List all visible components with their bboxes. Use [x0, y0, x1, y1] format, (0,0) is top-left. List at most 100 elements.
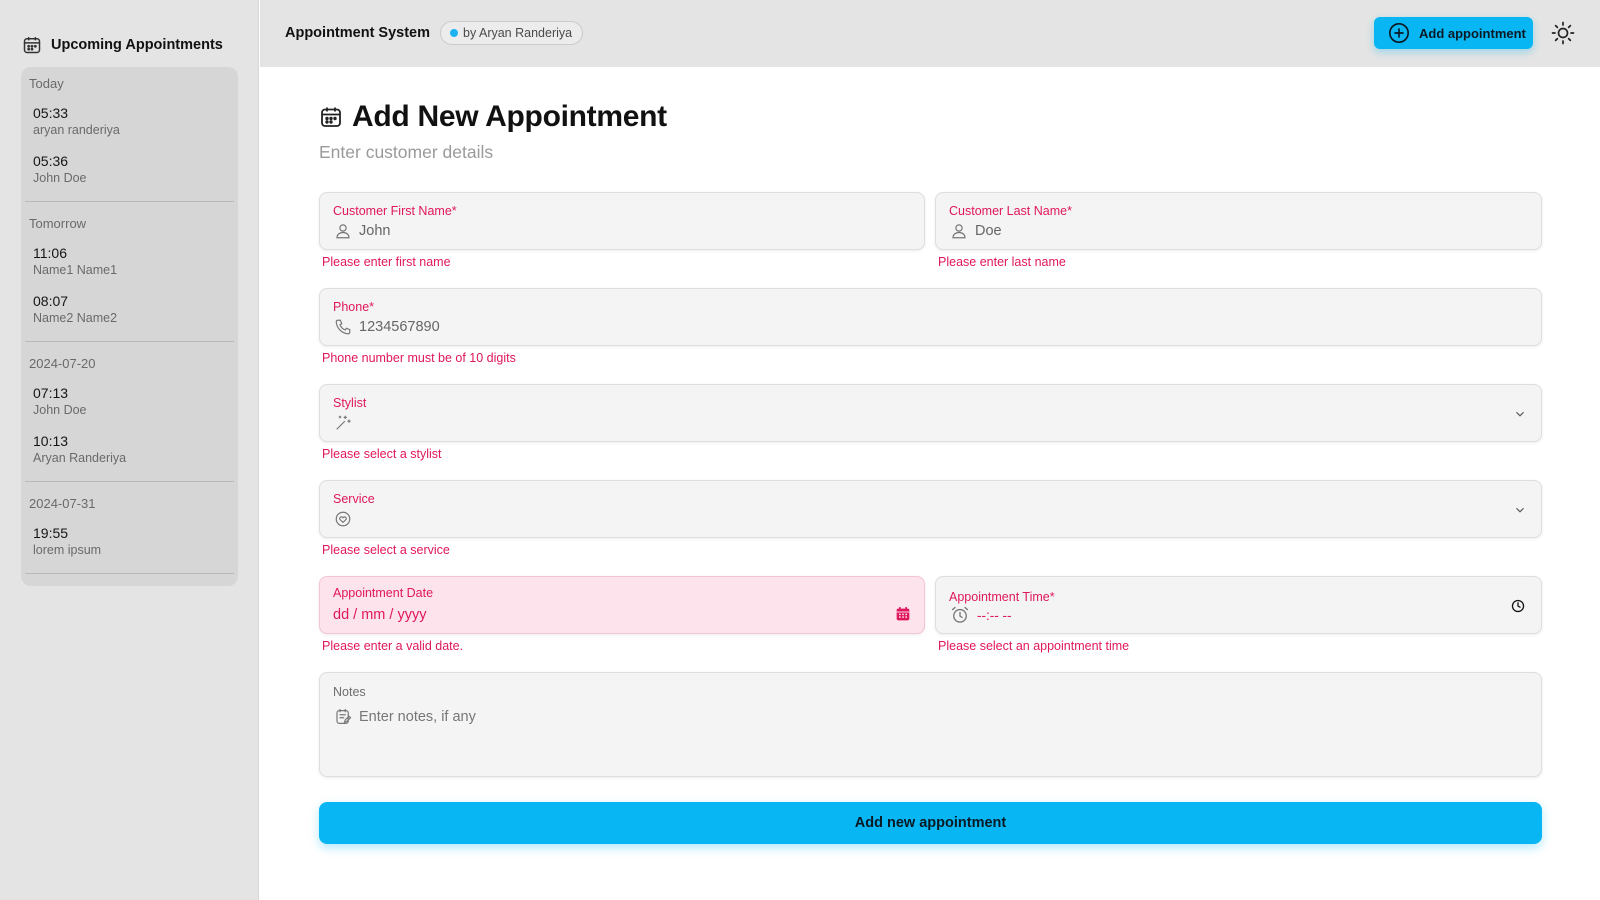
user-icon	[950, 222, 968, 240]
appointment-date-error: Please enter a valid date.	[322, 639, 464, 653]
appointment-item[interactable]: 05:36 John Doe	[21, 153, 238, 187]
top-bar: Appointment System by Aryan Randeriya Ad…	[260, 0, 1600, 67]
appointment-group-date: 2024-07-31 19:55 lorem ipsum	[21, 496, 238, 559]
appointment-date-label: Appointment Date	[333, 586, 434, 600]
phone-placeholder: 1234567890	[359, 319, 440, 335]
notes-field[interactable]: Notes Enter notes, if any	[319, 672, 1542, 777]
appointment-time: 05:33	[33, 105, 69, 121]
author-label: by Aryan Randeriya	[463, 26, 573, 40]
first-name-label: Customer First Name*	[333, 204, 457, 218]
last-name-placeholder: Doe	[975, 223, 1002, 239]
appointment-customer: aryan randeriya	[33, 123, 120, 137]
group-divider	[25, 481, 234, 482]
appointment-group-date: 2024-07-20 07:13 John Doe 10:13 Aryan Ra…	[21, 356, 238, 467]
appointment-group-today: Today 05:33 aryan randeriya 05:36 John D…	[21, 76, 238, 187]
appointment-date-field[interactable]: Appointment Date dd / mm / yyyy	[319, 576, 925, 634]
appointment-item[interactable]: 10:13 Aryan Randeriya	[21, 433, 238, 467]
service-select[interactable]: Service	[319, 480, 1542, 538]
first-name-field[interactable]: Customer First Name* John	[319, 192, 925, 250]
app-title: Appointment System	[285, 25, 431, 41]
appointment-item[interactable]: 07:13 John Doe	[21, 385, 238, 419]
add-appointment-button[interactable]: Add appointment	[1374, 17, 1533, 49]
notes-textarea[interactable]: Enter notes, if any	[334, 708, 476, 726]
first-name-error: Please enter first name	[322, 255, 451, 269]
appointment-time-error: Please select an appointment time	[938, 639, 1130, 653]
group-divider	[25, 201, 234, 202]
appointment-group-tomorrow: Tomorrow 11:06 Name1 Name1 08:07 Name2 N…	[21, 216, 238, 327]
service-value	[334, 510, 359, 528]
sidebar: Upcoming Appointments Today 05:33 aryan …	[0, 0, 259, 900]
appointment-date-placeholder: dd / mm / yyyy	[333, 607, 427, 623]
first-name-placeholder: John	[359, 223, 391, 239]
appointment-customer: John Doe	[33, 403, 87, 417]
stylist-value	[334, 414, 359, 432]
user-icon	[334, 222, 352, 240]
group-divider	[25, 341, 234, 342]
group-divider	[25, 573, 234, 574]
submit-label: Add new appointment	[854, 815, 1007, 831]
group-label: Today	[29, 76, 64, 91]
note-icon	[334, 708, 352, 726]
appointment-item[interactable]: 19:55 lorem ipsum	[21, 525, 238, 559]
last-name-label: Customer Last Name*	[949, 204, 1072, 218]
appointment-time: 05:36	[33, 153, 69, 169]
stylist-error: Please select a stylist	[322, 447, 442, 461]
phone-error: Phone number must be of 10 digits	[322, 351, 516, 365]
appointment-date-input[interactable]: dd / mm / yyyy	[333, 607, 426, 623]
clock-icon[interactable]	[1511, 599, 1525, 613]
appointment-time-label: Appointment Time*	[949, 590, 1055, 604]
appointment-customer: John Doe	[33, 171, 87, 185]
chevron-down-icon	[1513, 407, 1527, 421]
appointment-time: 11:06	[33, 245, 67, 261]
theme-toggle-button[interactable]	[1550, 20, 1576, 46]
group-label: 2024-07-20	[29, 356, 96, 371]
heart-hand-icon	[334, 510, 352, 528]
plus-circle-icon	[1388, 22, 1410, 44]
notes-placeholder: Enter notes, if any	[359, 709, 476, 725]
appointment-item[interactable]: 08:07 Name2 Name2	[21, 293, 238, 327]
page-heading: Add New Appointment	[352, 100, 667, 133]
phone-input[interactable]: 1234567890	[334, 318, 440, 336]
phone-icon	[334, 318, 352, 336]
last-name-input[interactable]: Doe	[950, 222, 1002, 240]
appointment-time: 10:13	[33, 433, 69, 449]
appointment-item[interactable]: 05:33 aryan randeriya	[21, 105, 238, 139]
calendar-icon	[22, 35, 42, 55]
stylist-label: Stylist	[333, 396, 367, 410]
sidebar-header: Upcoming Appointments	[0, 0, 258, 66]
chevron-down-icon	[1513, 503, 1527, 517]
service-label: Service	[333, 492, 375, 506]
appointment-time-field[interactable]: Appointment Time* --:-- --	[935, 576, 1542, 634]
notes-label: Notes	[333, 685, 366, 699]
appointment-item[interactable]: 11:06 Name1 Name1	[21, 245, 238, 279]
appointment-time: 08:07	[33, 293, 69, 309]
first-name-input[interactable]: John	[334, 222, 390, 240]
page-title: Add New Appointment	[319, 100, 667, 134]
calendar-icon	[319, 105, 343, 129]
add-appointment-label: Add appointment	[1419, 25, 1526, 41]
phone-field[interactable]: Phone* 1234567890	[319, 288, 1542, 346]
author-badge: by Aryan Randeriya	[440, 21, 584, 45]
page-subtitle: Enter customer details	[319, 142, 494, 162]
group-label: Tomorrow	[29, 216, 87, 231]
appointments-list: Today 05:33 aryan randeriya 05:36 John D…	[21, 67, 238, 586]
alarm-clock-icon	[950, 605, 970, 625]
appointment-customer: Aryan Randeriya	[33, 451, 127, 465]
appointment-time: 07:13	[33, 385, 69, 401]
appointment-time-placeholder: --:-- --	[977, 607, 1012, 623]
group-label: 2024-07-31	[29, 496, 96, 511]
last-name-error: Please enter last name	[938, 255, 1066, 269]
status-dot-icon	[450, 29, 458, 37]
sidebar-title: Upcoming Appointments	[51, 36, 223, 53]
appointment-time: 19:55	[33, 525, 69, 541]
stylist-select[interactable]: Stylist	[319, 384, 1542, 442]
add-new-appointment-button[interactable]: Add new appointment	[319, 802, 1542, 844]
calendar-icon[interactable]	[895, 606, 911, 622]
appointment-customer: Name2 Name2	[33, 311, 118, 325]
appointment-time-input[interactable]: --:-- --	[950, 605, 1011, 625]
sun-icon	[1551, 21, 1575, 45]
appointment-customer: Name1 Name1	[33, 263, 118, 277]
magic-wand-icon	[334, 414, 352, 432]
appointment-customer: lorem ipsum	[33, 543, 102, 557]
last-name-field[interactable]: Customer Last Name* Doe	[935, 192, 1542, 250]
